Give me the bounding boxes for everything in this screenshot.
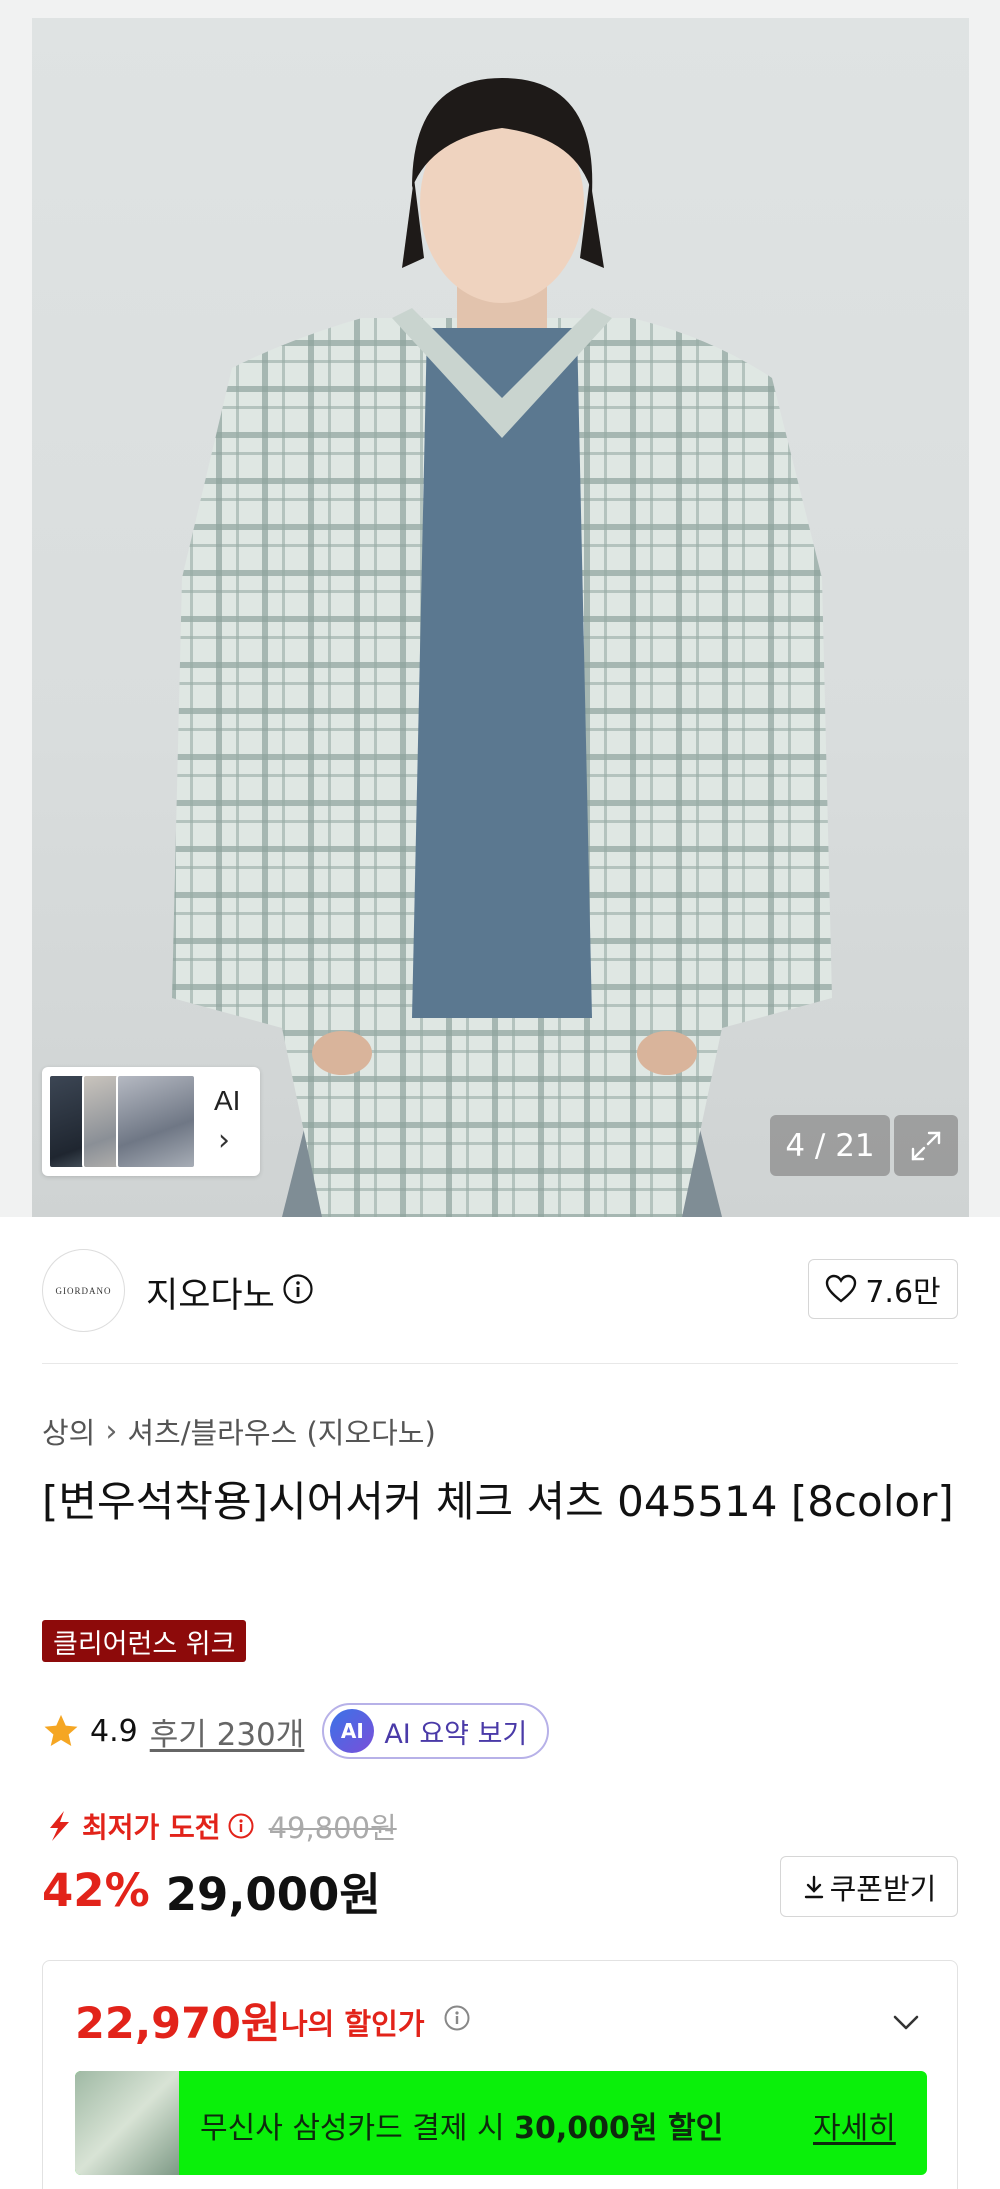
brand-logo[interactable]: GIORDANO bbox=[42, 1249, 125, 1332]
model-illustration bbox=[172, 78, 832, 1217]
lowest-price-label: 최저가 도전 bbox=[82, 1811, 221, 1844]
review-link[interactable]: 후기 230개 bbox=[150, 1709, 305, 1754]
product-photo[interactable] bbox=[32, 18, 969, 1217]
coupon-button[interactable]: 쿠폰받기 bbox=[780, 1856, 958, 1917]
lightning-icon bbox=[50, 1811, 69, 1841]
rating-value: 4.9 bbox=[90, 1713, 138, 1749]
chevron-right-icon: › bbox=[105, 1413, 118, 1449]
outfit-thumbnails bbox=[48, 1074, 196, 1169]
ai-badge-icon: AI bbox=[330, 1709, 375, 1753]
chevron-right-icon: › bbox=[218, 1123, 230, 1158]
promo-details-link[interactable]: 자세히 bbox=[813, 2103, 896, 2147]
chevron-down-icon[interactable] bbox=[889, 2005, 923, 2039]
divider bbox=[42, 1363, 958, 1364]
product-image-gallery[interactable]: AI › 4 / 21 bbox=[0, 0, 1000, 1217]
like-count: 7.6만 bbox=[865, 1275, 941, 1310]
product-title: [변우석착용]시어서커 체크 셔츠 045514 [8color] bbox=[42, 1477, 954, 1526]
expand-icon[interactable] bbox=[894, 1115, 958, 1176]
original-price: 49,800원 bbox=[268, 1811, 397, 1845]
info-icon[interactable] bbox=[227, 1812, 255, 1840]
info-icon[interactable] bbox=[443, 2004, 471, 2032]
ai-label: AI bbox=[214, 1085, 241, 1116]
my-discount-price: 22,970원 bbox=[75, 1999, 281, 2049]
heart-icon bbox=[826, 1274, 857, 1303]
image-counter: 4 / 21 bbox=[770, 1115, 890, 1176]
my-discount-card[interactable]: 22,970원 나의 할인가 무신사 삼성카드 결제 시 30,000원 할인 … bbox=[42, 1960, 958, 2189]
like-button[interactable]: 7.6만 bbox=[808, 1259, 958, 1319]
ai-outfit-thumbnail[interactable]: AI › bbox=[42, 1067, 260, 1176]
promo-text: 무신사 삼성카드 결제 시 30,000원 할인 bbox=[200, 2111, 724, 2146]
card-promo-banner[interactable]: 무신사 삼성카드 결제 시 30,000원 할인 자세히 bbox=[75, 2071, 927, 2175]
rating-row: 4.9 후기 230개 AI AI 요약 보기 bbox=[42, 1703, 550, 1759]
download-icon bbox=[804, 1875, 823, 1898]
coupon-label: 쿠폰받기 bbox=[829, 1871, 937, 1906]
brand-name[interactable]: 지오다노 bbox=[146, 1267, 275, 1318]
ai-summary-label: AI 요약 보기 bbox=[384, 1718, 528, 1750]
breadcrumb-category[interactable]: 상의 bbox=[42, 1410, 95, 1452]
price-row: 42% 29,000원 bbox=[42, 1858, 381, 1923]
my-discount-label: 나의 할인가 bbox=[281, 2007, 425, 2041]
sale-price: 29,000원 bbox=[165, 1868, 381, 1921]
info-icon[interactable] bbox=[282, 1273, 314, 1305]
star-icon bbox=[44, 1714, 78, 1747]
breadcrumb: 상의 › 셔츠/블라우스 (지오다노) bbox=[42, 1410, 436, 1452]
breadcrumb-subcategory[interactable]: 셔츠/블라우스 (지오다노) bbox=[127, 1410, 435, 1452]
clearance-badge: 클리어런스 위크 bbox=[42, 1620, 247, 1662]
discount-rate: 42% bbox=[42, 1864, 150, 1917]
lowest-price-row: 최저가 도전 49,800원 bbox=[42, 1805, 397, 1847]
card-image bbox=[75, 2071, 179, 2175]
ai-summary-button[interactable]: AI AI 요약 보기 bbox=[322, 1703, 550, 1759]
brand-row: GIORDANO 지오다노 7.6만 bbox=[0, 1217, 1000, 1365]
